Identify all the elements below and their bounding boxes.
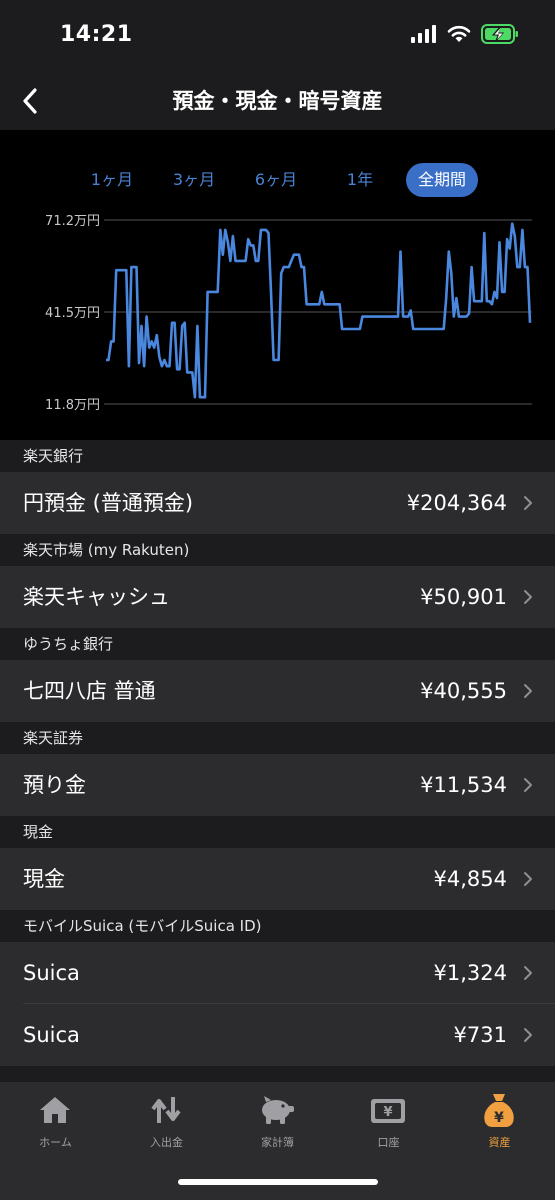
navigation-bar: 預金・現金・暗号資産 xyxy=(0,75,555,130)
account-balance: ¥11,534 xyxy=(420,773,507,797)
account-row[interactable]: Suica ¥731 xyxy=(0,1004,555,1066)
asset-line-chart: 71.2万円 41.5万円 11.8万円 xyxy=(45,214,532,413)
y-tick-label: 41.5万円 xyxy=(45,306,100,321)
wallet-icon: ¥ xyxy=(368,1092,408,1128)
tab-accounts-label: 口座 xyxy=(377,1136,400,1149)
y-tick-label: 71.2万円 xyxy=(45,214,100,229)
svg-text:¥: ¥ xyxy=(383,1105,392,1120)
section-header: 楽天市場 (my Rakuten) xyxy=(0,534,555,566)
account-row[interactable]: Suica ¥1,324 xyxy=(0,942,555,1004)
account-name: 七四八店 普通 xyxy=(23,679,156,703)
tab-household-budget[interactable]: 家計簿 xyxy=(222,1082,333,1162)
range-tab-all[interactable]: 全期間 xyxy=(406,163,478,197)
account-name: Suica xyxy=(23,961,80,985)
account-row[interactable]: 現金 ¥4,854 xyxy=(0,848,555,910)
svg-text:¥: ¥ xyxy=(494,1110,504,1126)
money-bag-icon: ¥ xyxy=(479,1092,519,1128)
tab-assets[interactable]: ¥ 資産 xyxy=(444,1082,555,1162)
chevron-right-icon xyxy=(524,1028,532,1042)
y-tick-label: 11.8万円 xyxy=(45,398,100,413)
section-header: 現金 xyxy=(0,816,555,848)
tab-transactions-label: 入出金 xyxy=(150,1136,183,1149)
account-name: 預り金 xyxy=(23,773,86,797)
range-tab-1m[interactable]: 1ヶ月 xyxy=(78,163,146,197)
page-title: 預金・現金・暗号資産 xyxy=(172,89,383,113)
range-tab-6m[interactable]: 6ヶ月 xyxy=(242,163,310,197)
tab-transactions[interactable]: 入出金 xyxy=(111,1082,222,1162)
tab-accounts[interactable]: ¥ 口座 xyxy=(333,1082,444,1162)
section-header: 楽天証券 xyxy=(0,722,555,754)
account-balance: ¥40,555 xyxy=(420,679,507,703)
tab-household-budget-label: 家計簿 xyxy=(261,1136,294,1149)
chevron-right-icon xyxy=(524,872,532,886)
account-row[interactable]: 楽天キャッシュ ¥50,901 xyxy=(0,566,555,628)
account-name: 円預金 (普通預金) xyxy=(23,491,194,515)
tab-home-label: ホーム xyxy=(39,1136,72,1149)
section-header: モバイルSuica (モバイルSuica ID) xyxy=(0,910,555,942)
range-tab-1y[interactable]: 1年 xyxy=(326,163,394,197)
battery-charging-icon xyxy=(481,24,518,44)
tab-home[interactable]: ホーム xyxy=(0,1082,111,1162)
status-bar: 14:21 xyxy=(0,0,555,75)
series-line xyxy=(106,222,532,399)
account-name: 楽天キャッシュ xyxy=(23,585,170,609)
chevron-right-icon xyxy=(524,966,532,980)
chevron-right-icon xyxy=(524,590,532,604)
chevron-right-icon xyxy=(524,778,532,792)
tab-assets-label: 資産 xyxy=(488,1136,511,1149)
section-header: ゆうちょ銀行 xyxy=(0,628,555,660)
status-icons xyxy=(411,24,519,44)
wifi-icon xyxy=(447,25,471,42)
account-balance: ¥4,854 xyxy=(433,867,507,891)
range-tab-3m[interactable]: 3ヶ月 xyxy=(160,163,228,197)
account-balance: ¥1,324 xyxy=(433,961,507,985)
chevron-right-icon xyxy=(524,496,532,510)
account-row[interactable]: 預り金 ¥11,534 xyxy=(0,754,555,816)
piggy-bank-icon xyxy=(257,1092,297,1128)
home-indicator xyxy=(178,1179,378,1185)
account-row[interactable]: 円預金 (普通預金) ¥204,364 xyxy=(0,472,555,534)
chevron-right-icon xyxy=(524,684,532,698)
account-name: 現金 xyxy=(23,867,65,891)
account-balance: ¥204,364 xyxy=(406,491,507,515)
status-time: 14:21 xyxy=(60,22,133,47)
transfer-icon xyxy=(146,1092,186,1128)
cellular-signal-icon xyxy=(411,25,436,43)
section-header: 楽天銀行 xyxy=(0,440,555,472)
range-tabs: 1ヶ月 3ヶ月 6ヶ月 1年 全期間 xyxy=(0,163,555,199)
home-icon xyxy=(35,1092,75,1128)
account-balance: ¥50,901 xyxy=(420,585,507,609)
account-balance: ¥731 xyxy=(453,1023,507,1047)
account-row[interactable]: 七四八店 普通 ¥40,555 xyxy=(0,660,555,722)
account-name: Suica xyxy=(23,1023,80,1047)
